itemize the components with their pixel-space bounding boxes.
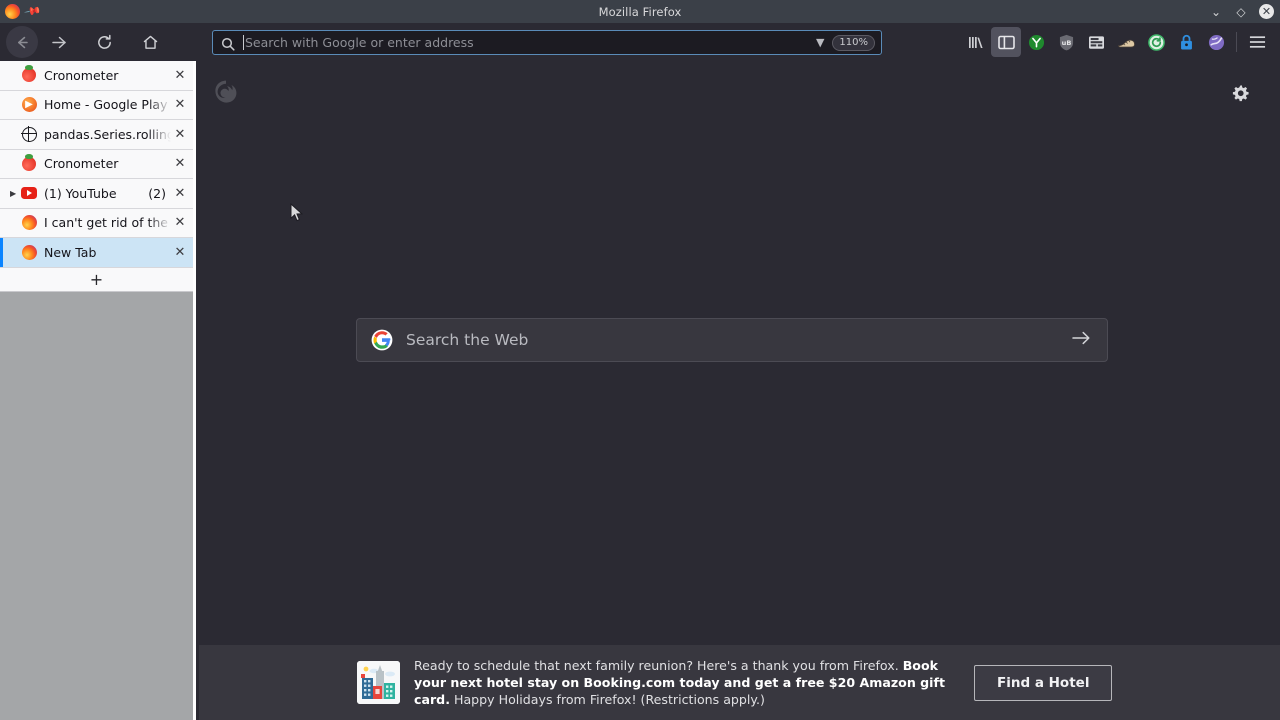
find-a-hotel-button[interactable]: Find a Hotel (974, 665, 1112, 701)
globe-extension-icon[interactable] (1201, 27, 1231, 57)
back-arrow-icon[interactable] (6, 26, 38, 58)
tab-group-triangle-icon[interactable]: ▶ (10, 159, 20, 168)
web-search-box[interactable]: Search the Web (356, 318, 1108, 362)
tab-title: I can't get rid of the sn (44, 215, 171, 230)
tab-close-icon[interactable]: ✕ (171, 156, 189, 171)
tab-title: pandas.Series.rolling — pandas (44, 127, 171, 142)
promo-text: Ready to schedule that next family reuni… (414, 657, 974, 708)
tab-item[interactable]: ▶ (1) YouTube (2) ✕ (0, 179, 193, 209)
tab-title: Home - Google Play Music (44, 97, 171, 112)
tab-item[interactable]: ▶ I can't get rid of the sn✕ (0, 209, 193, 239)
arrow-right-icon[interactable] (1071, 329, 1091, 351)
tab-close-icon[interactable]: ✕ (171, 215, 189, 230)
firefox-logo-watermark-icon (212, 79, 240, 107)
tab-close-icon[interactable]: ✕ (171, 186, 189, 201)
search-icon (221, 36, 235, 50)
forward-arrow-icon[interactable] (42, 26, 74, 58)
zoom-level-badge[interactable]: 110% (832, 35, 875, 51)
promo-text-part2: Happy Holidays from Firefox! (Restrictio… (450, 692, 765, 707)
tab-title: (1) YouTube (44, 186, 144, 201)
globe-icon (21, 126, 37, 142)
reload-icon[interactable] (88, 26, 120, 58)
tab-group-triangle-icon[interactable]: ▶ (10, 100, 20, 109)
city-skyline-image (357, 661, 400, 704)
close-icon[interactable]: ✕ (1259, 4, 1274, 19)
tab-group-triangle-icon[interactable]: ▶ (10, 189, 20, 198)
tab-group-count: (2) (148, 186, 166, 201)
promo-text-part1: Ready to schedule that next family reuni… (414, 658, 903, 673)
sidebar-toggle-icon[interactable] (991, 27, 1021, 57)
mouse-pointer-icon (290, 203, 304, 223)
tab-title: Cronometer (44, 156, 171, 171)
library-icon[interactable] (961, 27, 991, 57)
chevron-down-icon[interactable]: ▼ (808, 36, 832, 49)
container-tabs-icon[interactable] (1081, 27, 1111, 57)
tab-close-icon[interactable]: ✕ (171, 245, 189, 260)
tomato-icon (21, 156, 37, 172)
play-music-icon: ▶ (21, 97, 37, 113)
svg-text:uB: uB (1061, 38, 1071, 46)
address-bar[interactable]: Search with Google or enter address ▼ 11… (212, 30, 882, 55)
new-tab-page: Search the Web (199, 61, 1280, 645)
refresh-extension-icon[interactable] (1141, 27, 1171, 57)
noscript-icon[interactable] (1021, 27, 1051, 57)
tab-group-triangle-icon[interactable]: ▶ (10, 130, 20, 139)
tab-item[interactable]: ▶ Cronometer✕ (0, 150, 193, 180)
home-icon[interactable] (134, 26, 166, 58)
tab-item[interactable]: ▶ Cronometer✕ (0, 61, 193, 91)
text-caret (243, 35, 244, 50)
youtube-icon (21, 185, 37, 201)
tab-group-triangle-icon[interactable]: ▶ (10, 218, 20, 227)
tomato-icon (21, 67, 37, 83)
toolbar-icon-group: uB (961, 23, 1272, 61)
tab-close-icon[interactable]: ✕ (171, 68, 189, 83)
tab-group-triangle-icon[interactable]: ▶ (10, 248, 20, 257)
promo-banner: Ready to schedule that next family reuni… (199, 645, 1280, 720)
maximize-icon[interactable]: ◇ (1234, 5, 1248, 19)
tab-close-icon[interactable]: ✕ (171, 127, 189, 142)
window-title: Mozilla Firefox (0, 5, 1280, 19)
extension-shoe-icon[interactable] (1111, 27, 1141, 57)
firefox-window: 📌 Mozilla Firefox ⌄ ◇ ✕ Search with Goog… (0, 0, 1280, 720)
tab-item[interactable]: ▶▶ Home - Google Play Music✕ (0, 91, 193, 121)
new-tab-button[interactable]: + (0, 268, 193, 292)
tab-title: New Tab (44, 245, 171, 260)
google-logo-icon (371, 329, 393, 351)
tab-close-icon[interactable]: ✕ (171, 97, 189, 112)
firefox-icon (21, 244, 37, 260)
firefox-icon (21, 215, 37, 231)
tab-list: ▶Cronometer✕▶▶Home - Google Play Music✕▶… (0, 61, 193, 268)
https-everywhere-icon[interactable] (1171, 27, 1201, 57)
web-search-placeholder: Search the Web (406, 331, 1071, 349)
minimize-icon[interactable]: ⌄ (1209, 5, 1223, 19)
title-bar: 📌 Mozilla Firefox ⌄ ◇ ✕ (0, 0, 1280, 23)
ublock-origin-icon[interactable]: uB (1051, 27, 1081, 57)
tab-group-triangle-icon[interactable]: ▶ (10, 71, 20, 80)
window-controls: ⌄ ◇ ✕ (1209, 0, 1274, 23)
address-bar-placeholder: Search with Google or enter address (245, 35, 808, 50)
tab-title: Cronometer (44, 68, 171, 83)
toolbar-separator (1236, 32, 1237, 52)
tab-item[interactable]: ▶ New Tab✕ (0, 238, 193, 268)
app-menu-icon[interactable] (1242, 27, 1272, 57)
tab-sidebar: ▶Cronometer✕▶▶Home - Google Play Music✕▶… (0, 61, 196, 720)
tab-item[interactable]: ▶ pandas.Series.rolling — pandas✕ (0, 120, 193, 150)
gear-icon[interactable] (1231, 84, 1250, 107)
